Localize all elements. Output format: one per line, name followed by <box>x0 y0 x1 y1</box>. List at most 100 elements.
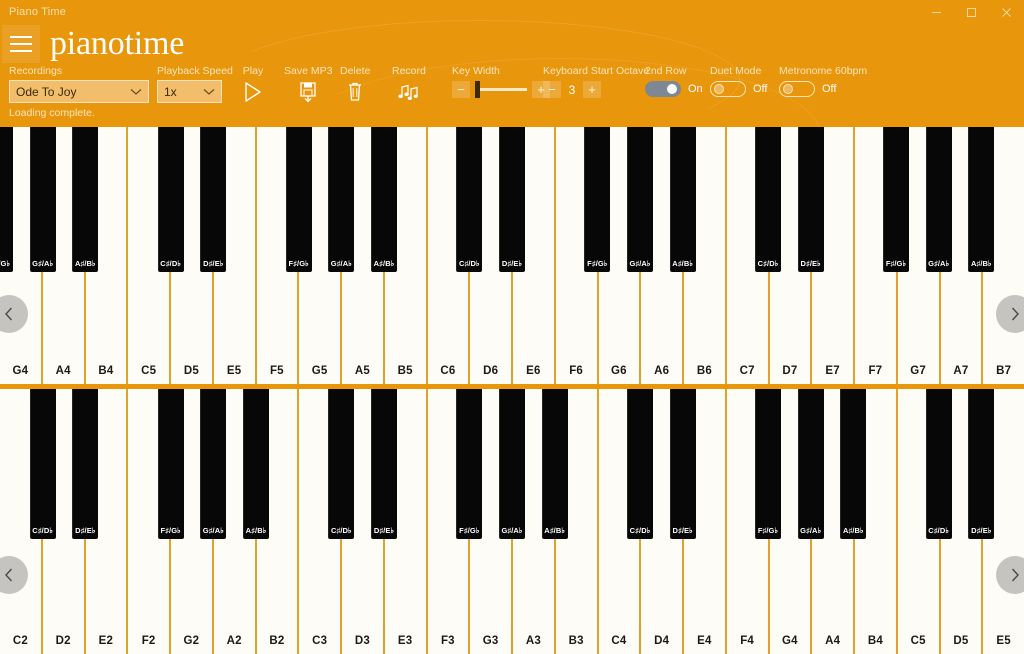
black-key-label: D♯/E♭ <box>501 259 523 268</box>
play-button[interactable]: Play <box>240 65 266 105</box>
black-key-label: D♯/E♭ <box>203 259 224 268</box>
white-key-label: A3 <box>525 635 541 647</box>
black-key[interactable]: A♯/B♭ <box>840 389 867 539</box>
keyboard-start-octave-label: Keyboard Start Octave <box>543 65 650 77</box>
app-logo: pianotime <box>50 25 185 62</box>
black-key[interactable]: G♯/A♭ <box>499 389 525 539</box>
white-key-label: F2 <box>141 635 156 647</box>
hamburger-menu-icon[interactable] <box>2 25 40 63</box>
white-key-label: B3 <box>568 635 584 647</box>
status-text: Loading complete. <box>9 107 95 119</box>
black-key-label: D♯/E♭ <box>971 526 992 535</box>
keyboard-row-bottom: C2 D2 E2 F2 G2 A2 B2 C3 D3 E3 F3 G3 A3 B3 C4 D4 E4 F4 G4 A4… <box>0 389 1024 654</box>
black-key[interactable]: D♯/E♭ <box>968 389 995 539</box>
black-key[interactable]: D♯/E♭ <box>371 389 397 539</box>
playback-speed-label: Playback Speed <box>157 65 233 77</box>
black-key[interactable]: A♯/B♭ <box>669 127 696 272</box>
black-key[interactable]: D♯/E♭ <box>797 127 824 272</box>
black-key[interactable]: C♯/D♭ <box>328 389 355 539</box>
chevron-left-icon <box>5 307 13 321</box>
white-key-label: A7 <box>953 365 969 377</box>
black-key[interactable]: A♯/B♭ <box>243 389 269 539</box>
black-key[interactable]: G♯/A♭ <box>627 127 653 272</box>
black-key[interactable]: F♯/G♭ <box>285 127 312 272</box>
toggle-knob <box>783 84 793 94</box>
white-key-label: D5 <box>953 635 969 647</box>
save-mp3-label: Save MP3 <box>284 65 333 77</box>
delete-button[interactable]: Delete <box>340 65 370 105</box>
octave-plus-button[interactable]: + <box>583 81 601 98</box>
black-key-label: D♯/E♭ <box>800 259 821 268</box>
black-key[interactable]: D♯/E♭ <box>499 127 525 272</box>
black-key[interactable]: G♯/A♭ <box>328 127 355 272</box>
black-key[interactable]: F♯/G♭ <box>755 389 781 539</box>
black-key-label: C♯/D♭ <box>32 526 54 535</box>
key-width-slider[interactable] <box>475 81 527 98</box>
black-key[interactable]: A♯/B♭ <box>371 127 397 272</box>
black-key[interactable]: C♯/D♭ <box>755 127 781 272</box>
black-key[interactable]: C♯/D♭ <box>456 127 483 272</box>
black-key[interactable]: D♯/E♭ <box>72 389 99 539</box>
white-key-label: A5 <box>354 365 370 377</box>
play-triangle-icon <box>240 79 266 105</box>
keyboard-start-octave-group: Keyboard Start Octave − 3 + <box>543 65 649 98</box>
black-key[interactable]: F♯/G♭ <box>584 127 611 272</box>
white-key-label: D3 <box>354 635 370 647</box>
close-button[interactable] <box>989 0 1024 24</box>
play-label: Play <box>242 65 264 77</box>
record-button[interactable]: Record <box>392 65 426 105</box>
white-key-label: A4 <box>825 635 841 647</box>
white-key-label: E3 <box>397 635 413 647</box>
white-key-label: C2 <box>12 635 28 647</box>
second-row-toggle[interactable] <box>645 81 681 97</box>
black-key[interactable]: A♯/B♭ <box>72 127 99 272</box>
black-key-label: F♯/G♭ <box>288 259 309 268</box>
duet-mode-toggle-wrap: Off <box>710 81 767 97</box>
key-width-group: Key Width − + <box>452 65 550 98</box>
octave-minus-button[interactable]: − <box>543 81 561 98</box>
black-key[interactable]: F♯/G♭ <box>883 127 909 272</box>
key-width-minus-button[interactable]: − <box>452 81 470 98</box>
black-key[interactable]: G♯/A♭ <box>200 389 227 539</box>
black-key[interactable]: C♯/D♭ <box>157 127 184 272</box>
maximize-button[interactable] <box>954 0 989 24</box>
recordings-group: Recordings Ode To Joy <box>9 65 149 103</box>
hamburger-bar <box>10 50 32 52</box>
black-key[interactable]: C♯/D♭ <box>29 389 56 539</box>
black-key[interactable]: D♯/E♭ <box>669 389 696 539</box>
metronome-label: Metronome 60bpm <box>779 65 868 77</box>
floppy-save-icon <box>295 79 321 105</box>
black-key[interactable]: D♯/E♭ <box>200 127 227 272</box>
black-key[interactable]: G♯/A♭ <box>29 127 56 272</box>
playback-speed-select[interactable]: 1x <box>157 80 222 103</box>
black-key[interactable]: G♯/A♭ <box>797 389 824 539</box>
key-width-slider-thumb[interactable] <box>475 81 481 98</box>
black-key[interactable]: C♯/D♭ <box>627 389 653 539</box>
black-key[interactable]: C♯/D♭ <box>925 389 952 539</box>
black-key[interactable]: A♯/B♭ <box>541 389 568 539</box>
black-key-label: C♯/D♭ <box>928 526 950 535</box>
black-key[interactable]: A♯/B♭ <box>968 127 995 272</box>
white-key-label: B6 <box>696 365 712 377</box>
recordings-label: Recordings <box>9 65 63 77</box>
second-row-state: On <box>688 83 703 95</box>
recordings-select[interactable]: Ode To Joy <box>9 80 149 103</box>
black-key-label: A♯/B♭ <box>544 526 566 535</box>
chevron-down-icon <box>203 83 215 101</box>
white-key-label: B2 <box>269 635 285 647</box>
hamburger-bar <box>10 43 32 45</box>
white-key-label: D6 <box>483 365 499 377</box>
white-key-label: F6 <box>569 365 584 377</box>
metronome-toggle[interactable] <box>779 81 815 97</box>
save-mp3-button[interactable]: Save MP3 <box>284 65 332 105</box>
minimize-button[interactable] <box>919 0 954 24</box>
black-key[interactable]: F♯/G♭ <box>0 127 13 272</box>
duet-mode-toggle[interactable] <box>710 81 746 97</box>
black-key-label: A♯/B♭ <box>74 259 96 268</box>
duet-mode-state: Off <box>753 83 768 95</box>
black-key[interactable]: G♯/A♭ <box>925 127 952 272</box>
black-key-label: G♯/A♭ <box>501 526 523 535</box>
black-key[interactable]: F♯/G♭ <box>157 389 184 539</box>
black-key[interactable]: F♯/G♭ <box>456 389 483 539</box>
white-key-label: F5 <box>269 365 284 377</box>
